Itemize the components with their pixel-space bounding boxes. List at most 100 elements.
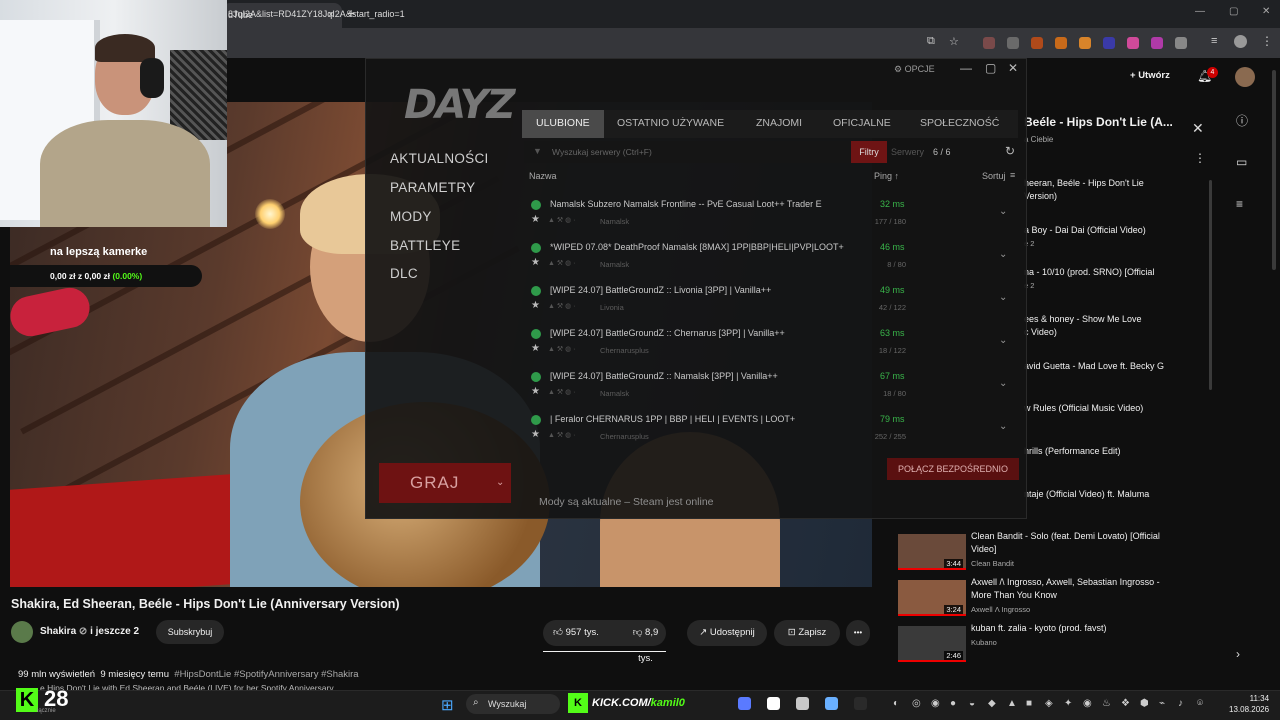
taskbar-app-icon[interactable] [738, 697, 751, 710]
extension-icon[interactable] [1007, 37, 1019, 49]
account-avatar[interactable] [1235, 67, 1255, 87]
video-thumbnail[interactable]: 2:46 [898, 626, 966, 662]
extension-icon[interactable] [1127, 37, 1139, 49]
favorite-star-icon[interactable]: ★ [531, 257, 540, 268]
related-video-channel[interactable]: Clean Bandit [971, 559, 1014, 568]
windows-start-icon[interactable]: ⊞ [441, 696, 454, 714]
play-label[interactable]: GRAJ [410, 473, 459, 493]
tab-community[interactable]: SPOŁECZNOŚĆ [920, 117, 999, 129]
nav-parameters[interactable]: PARAMETRY [390, 180, 475, 195]
tray-icon[interactable]: ◐ [893, 698, 899, 709]
play-options-chevron-icon[interactable]: ⌄ [496, 477, 504, 488]
tray-icon[interactable]: ✦ [1064, 698, 1072, 709]
related-video-channel[interactable]: Kubano [971, 638, 997, 647]
playlist-item[interactable]: w Rules (Official Music Video) [1024, 402, 1184, 415]
taskbar-app-icon[interactable] [854, 697, 867, 710]
install-app-icon[interactable]: ⧉ [927, 35, 935, 48]
tray-icon[interactable]: ♪ [1178, 698, 1183, 709]
expand-chevron-icon[interactable]: ⌄ [999, 292, 1007, 303]
launcher-maximize-button[interactable]: ▢ [985, 61, 996, 75]
profile-avatar[interactable] [1234, 35, 1247, 48]
favorite-star-icon[interactable]: ★ [531, 300, 540, 311]
create-button[interactable]: + Utwórz [1130, 70, 1170, 81]
server-row[interactable]: [WIPE 24.07] BattleGroundZ :: Namalsk [3… [526, 364, 1016, 406]
browser-menu-icon[interactable]: ⋮ [1261, 34, 1273, 48]
nav-news[interactable]: AKTUALNOŚCI [390, 151, 489, 166]
playlist-menu-icon[interactable]: ⋮ [1194, 151, 1206, 165]
playlist-item[interactable]: avid Guetta - Mad Love ft. Becky G [1024, 360, 1184, 373]
tray-icon[interactable]: ❖ [1121, 698, 1130, 709]
server-row[interactable]: [WIPE 24.07] BattleGroundZ :: Chernarus … [526, 321, 1016, 363]
filters-button[interactable]: Filtry [851, 141, 887, 163]
taskbar-search[interactable]: Wyszukaj [466, 694, 560, 714]
tray-icon[interactable]: ◈ [1045, 698, 1053, 709]
playlist-item[interactable]: hrills (Performance Edit) [1024, 445, 1184, 458]
tray-icon[interactable]: ■ [1026, 698, 1032, 709]
expand-chevron-icon[interactable]: ⌄ [999, 335, 1007, 346]
video-thumbnail[interactable]: 3:44 [898, 534, 966, 570]
favorite-star-icon[interactable]: ★ [531, 429, 540, 440]
close-window-button[interactable]: ✕ [1262, 6, 1270, 17]
like-button[interactable]: 👍︎ 957 tys. [553, 620, 599, 646]
extension-icon[interactable] [1151, 37, 1163, 49]
close-playlist-icon[interactable]: ✕ [1192, 120, 1204, 137]
url-field[interactable]: 8JqI2A&list=RD41ZY18JqI2A&start_radio=1 [228, 9, 405, 19]
extension-icon[interactable] [1079, 37, 1091, 49]
extension-icon[interactable] [983, 37, 995, 49]
extension-icon[interactable] [1031, 37, 1043, 49]
channel-name[interactable]: Shakira ⊘ i jeszcze 2 [40, 626, 139, 637]
playlist-item[interactable]: ees & honey - Show Me Love c Video) [1024, 313, 1184, 339]
more-actions-button[interactable]: ••• [846, 620, 870, 646]
related-video-channel[interactable]: Axwell Λ Ingrosso [971, 605, 1030, 614]
favorite-star-icon[interactable]: ★ [531, 386, 540, 397]
playlist-scrollbar[interactable] [1209, 180, 1212, 390]
refresh-icon[interactable]: ↻ [1005, 144, 1015, 158]
share-button[interactable]: ↗ Udostępnij [687, 620, 767, 646]
tray-icon[interactable]: ⌁ [1159, 698, 1165, 709]
column-sort[interactable]: Sortuj [982, 171, 1006, 181]
playlist-item[interactable]: a Boy - Dai Dai (Official Video) e 2 [1024, 224, 1184, 250]
related-video-title[interactable]: Clean Bandit - Solo (feat. Demi Lovato) … [971, 530, 1171, 556]
related-video-title[interactable]: kuban ft. zalia - kyoto (prod. favst) [971, 622, 1171, 635]
clock[interactable]: 11:34 13.08.2026 [1229, 693, 1269, 715]
extension-icon[interactable] [1175, 37, 1187, 49]
page-scrollbar[interactable] [1272, 70, 1276, 270]
tray-icon[interactable]: ◉ [931, 698, 940, 709]
column-ping[interactable]: Ping ↑ [874, 171, 899, 181]
nav-battleye[interactable]: BATTLEYE [390, 238, 460, 253]
hashtags[interactable]: #HipsDontLie #SpotifyAnniversary #Shakir… [174, 669, 358, 680]
tray-icon[interactable]: ● [950, 698, 956, 709]
dislike-button[interactable]: 👎︎ 8,9 tys. [625, 620, 666, 672]
extension-icon[interactable] [1103, 37, 1115, 49]
taskbar-app-icon[interactable] [825, 697, 838, 710]
server-row[interactable]: [WIPE 24.07] BattleGroundZ :: Livonia [3… [526, 278, 1016, 320]
favorite-star-icon[interactable]: ★ [531, 214, 540, 225]
taskbar-app-icon[interactable] [767, 697, 780, 710]
tray-icon[interactable]: ♨ [1102, 698, 1111, 709]
tray-icon[interactable]: ▲ [1007, 698, 1017, 709]
tray-icon[interactable]: ⌾ [1197, 698, 1203, 709]
playlist-icon[interactable]: ≡ [1236, 197, 1243, 211]
tray-icon[interactable]: ◎ [912, 698, 921, 709]
tab-official[interactable]: OFICJALNE [833, 117, 891, 129]
tray-icon[interactable]: ◒ [969, 698, 975, 709]
playlist-item[interactable]: heeran, Beéle - Hips Don't Lie Version) [1024, 177, 1184, 203]
tab-friends[interactable]: ZNAJOMI [756, 117, 802, 129]
save-button[interactable]: ⊡ Zapisz [774, 620, 840, 646]
info-icon[interactable]: ⓘ [1236, 112, 1248, 129]
favorite-star-icon[interactable]: ★ [531, 343, 540, 354]
server-row[interactable]: | Feralor CHERNARUS 1PP | BBP | HELI | E… [526, 407, 1016, 449]
expand-chevron-icon[interactable]: ⌄ [999, 378, 1007, 389]
nav-dlc[interactable]: DLC [390, 266, 418, 281]
tray-icon[interactable]: ⬢ [1140, 698, 1149, 709]
taskbar-app-icon[interactable] [796, 697, 809, 710]
launcher-minimize-button[interactable]: — [960, 61, 972, 75]
chevron-right-icon[interactable]: › [1236, 647, 1240, 661]
direct-connect-button[interactable]: POŁĄCZ BEZPOŚREDNIO [887, 458, 1019, 480]
bookmark-star-icon[interactable]: ☆ [949, 35, 959, 48]
expand-chevron-icon[interactable]: ⌄ [999, 421, 1007, 432]
tab-favorites[interactable]: ULUBIONE [536, 117, 590, 129]
channel-avatar[interactable] [11, 621, 33, 643]
tray-icon[interactable]: ◆ [988, 698, 996, 709]
playlist-item[interactable]: ntaje (Official Video) ft. Maluma [1024, 488, 1184, 501]
